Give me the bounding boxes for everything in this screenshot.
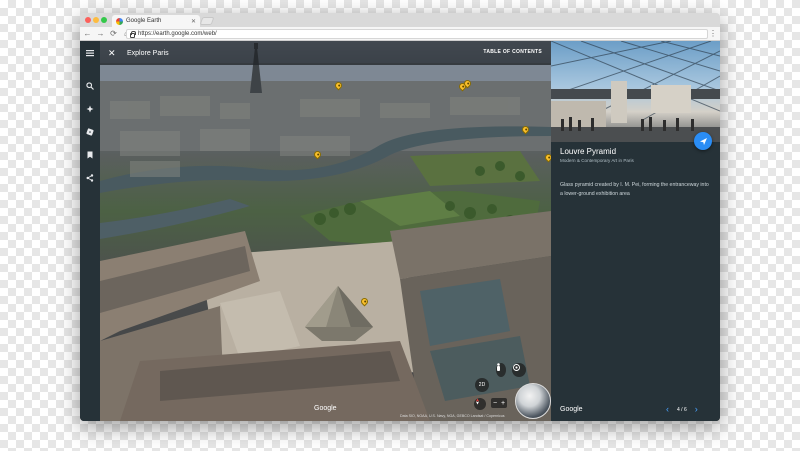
zoom-controls: − + bbox=[491, 398, 507, 408]
card-subtitle[interactable]: Modern & Contemporary Art in Paris bbox=[560, 158, 634, 163]
tab-close-icon[interactable]: ✕ bbox=[191, 18, 196, 25]
close-window-button[interactable] bbox=[85, 17, 91, 23]
directions-button[interactable] bbox=[694, 132, 712, 150]
next-card-chevron-icon[interactable]: › bbox=[695, 405, 698, 414]
tour-title: Explore Paris bbox=[127, 49, 169, 57]
tour-header: ✕ Explore Paris TABLE OF CONTENTS bbox=[100, 41, 551, 65]
maximize-window-button[interactable] bbox=[101, 17, 107, 23]
louvre-pyramid-photo bbox=[551, 41, 720, 142]
google-earth-favicon-icon bbox=[116, 17, 123, 25]
knowledge-card: Louvre Pyramid Modern & Contemporary Art… bbox=[551, 41, 720, 421]
close-tour-icon[interactable]: ✕ bbox=[108, 48, 118, 59]
zoom-in-button[interactable]: + bbox=[501, 400, 505, 407]
panel-google-watermark: Google bbox=[560, 406, 583, 413]
browser-toolbar: ← → ⟳ ⌂ https://earth.google.com/web/ ⋮ bbox=[80, 27, 720, 41]
feeling-lucky-icon[interactable] bbox=[84, 126, 96, 138]
view-mode-2d-button[interactable]: 2D bbox=[475, 378, 489, 392]
new-tab-button[interactable] bbox=[199, 17, 215, 25]
my-places-icon[interactable] bbox=[84, 149, 96, 161]
card-title: Louvre Pyramid bbox=[560, 147, 617, 156]
my-location-icon[interactable] bbox=[512, 363, 526, 377]
search-icon[interactable] bbox=[84, 80, 96, 92]
side-rail bbox=[80, 41, 100, 421]
globe-minimap[interactable] bbox=[515, 383, 551, 419]
forward-button[interactable]: → bbox=[95, 28, 106, 40]
card-pager: ‹ 4 / 6 › bbox=[666, 405, 698, 414]
url-text: https://earth.google.com/web/ bbox=[138, 31, 217, 37]
menu-icon[interactable] bbox=[84, 47, 96, 59]
card-description: Glass pyramid created by I. M. Pei, form… bbox=[560, 182, 709, 197]
pager-count: 4 / 6 bbox=[677, 406, 687, 413]
voyager-icon[interactable] bbox=[84, 103, 96, 115]
browser-tab[interactable]: Google Earth ✕ bbox=[112, 15, 200, 27]
previous-card-chevron-icon[interactable]: ‹ bbox=[666, 405, 669, 414]
browser-menu-button[interactable]: ⋮ bbox=[709, 28, 717, 40]
lock-icon bbox=[130, 30, 136, 38]
reload-button[interactable]: ⟳ bbox=[108, 28, 119, 40]
share-icon[interactable] bbox=[84, 172, 96, 184]
google-earth-app: ✕ Explore Paris TABLE OF CONTENTS Google… bbox=[80, 41, 720, 421]
tab-title: Google Earth bbox=[126, 18, 162, 24]
browser-window: Google Earth ✕ ← → ⟳ ⌂ https://earth.goo… bbox=[80, 13, 720, 421]
table-of-contents-button[interactable]: TABLE OF CONTENTS bbox=[483, 49, 542, 55]
zoom-out-button[interactable]: − bbox=[493, 400, 497, 407]
map-google-watermark: Google bbox=[314, 405, 337, 412]
map-attribution: Data SIO, NOAA, U.S. Navy, NGA, GEBCO La… bbox=[400, 414, 505, 418]
paris-aerial-imagery bbox=[100, 43, 551, 421]
3d-map-view[interactable]: ✕ Explore Paris TABLE OF CONTENTS Google… bbox=[100, 41, 551, 421]
street-view-pegman-icon[interactable] bbox=[496, 363, 506, 377]
tab-strip: Google Earth ✕ bbox=[80, 13, 720, 27]
compass-icon[interactable] bbox=[474, 398, 486, 410]
minimize-window-button[interactable] bbox=[93, 17, 99, 23]
address-bar[interactable]: https://earth.google.com/web/ bbox=[126, 29, 708, 39]
back-button[interactable]: ← bbox=[82, 28, 93, 40]
